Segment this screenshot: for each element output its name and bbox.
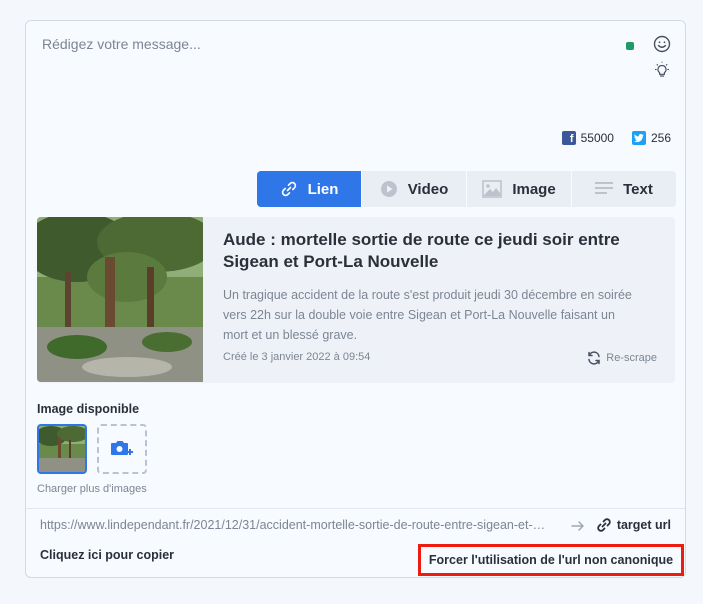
status-indicator [626,42,634,50]
facebook-count: f 55000 [561,131,614,145]
divider [26,508,685,509]
tab-text[interactable]: Text [571,171,676,207]
arrow-right-icon [571,521,584,531]
tab-image[interactable]: Image [466,171,571,207]
emoji-icon[interactable] [653,35,671,53]
tab-text-label: Text [623,180,653,198]
twitter-icon [631,131,646,145]
tab-lien[interactable]: Lien [257,171,361,207]
url-field[interactable]: https://www.lindependant.fr/2021/12/31/a… [40,518,550,532]
social-counts: f 55000 256 [561,131,671,145]
preview-title[interactable]: Aude : mortelle sortie de route ce jeudi… [223,229,643,273]
camera-plus-icon [111,441,133,455]
copy-url-button[interactable]: Cliquez ici pour copier [40,548,174,562]
refresh-icon [588,351,600,365]
text-lines-icon [595,182,614,194]
twitter-count-value: 256 [650,131,671,145]
image-icon [482,180,503,198]
lightbulb-icon[interactable] [653,61,671,79]
target-url-label: target url [616,518,671,532]
tab-video-label: Video [407,180,449,198]
facebook-icon: f [561,131,576,145]
tab-video[interactable]: Video [361,171,466,207]
twitter-count: 256 [622,131,671,145]
content-type-tabs: Lien Video Image Text [257,171,676,207]
facebook-count-value: 55000 [580,131,614,145]
message-input[interactable]: Rédigez votre message... [42,36,201,52]
target-url-button[interactable]: target url [596,517,671,533]
post-composer-card: Rédigez votre message... f 55000 256 Lie… [25,20,686,578]
force-non-canonical-url-button[interactable]: Forcer l'utilisation de l'url non canoni… [418,544,684,576]
available-image-label: Image disponible [37,402,140,416]
rescrape-button[interactable]: Re-scrape [587,351,657,365]
play-icon [380,181,397,197]
image-thumbnail[interactable] [37,424,87,474]
link-icon [597,518,611,532]
link-icon [281,181,296,197]
link-preview: Aude : mortelle sortie de route ce jeudi… [37,217,675,383]
load-more-images-link[interactable]: Charger plus d'images [37,483,147,495]
add-image-button[interactable] [97,424,147,474]
tab-image-label: Image [512,180,556,198]
preview-image [37,217,203,382]
tab-lien-label: Lien [307,180,339,198]
preview-description: Un tragique accident de la route s'est p… [223,288,632,342]
rescrape-label: Re-scrape [606,352,657,364]
preview-date: Créé le 3 janvier 2022 à 09:54 [223,351,371,363]
